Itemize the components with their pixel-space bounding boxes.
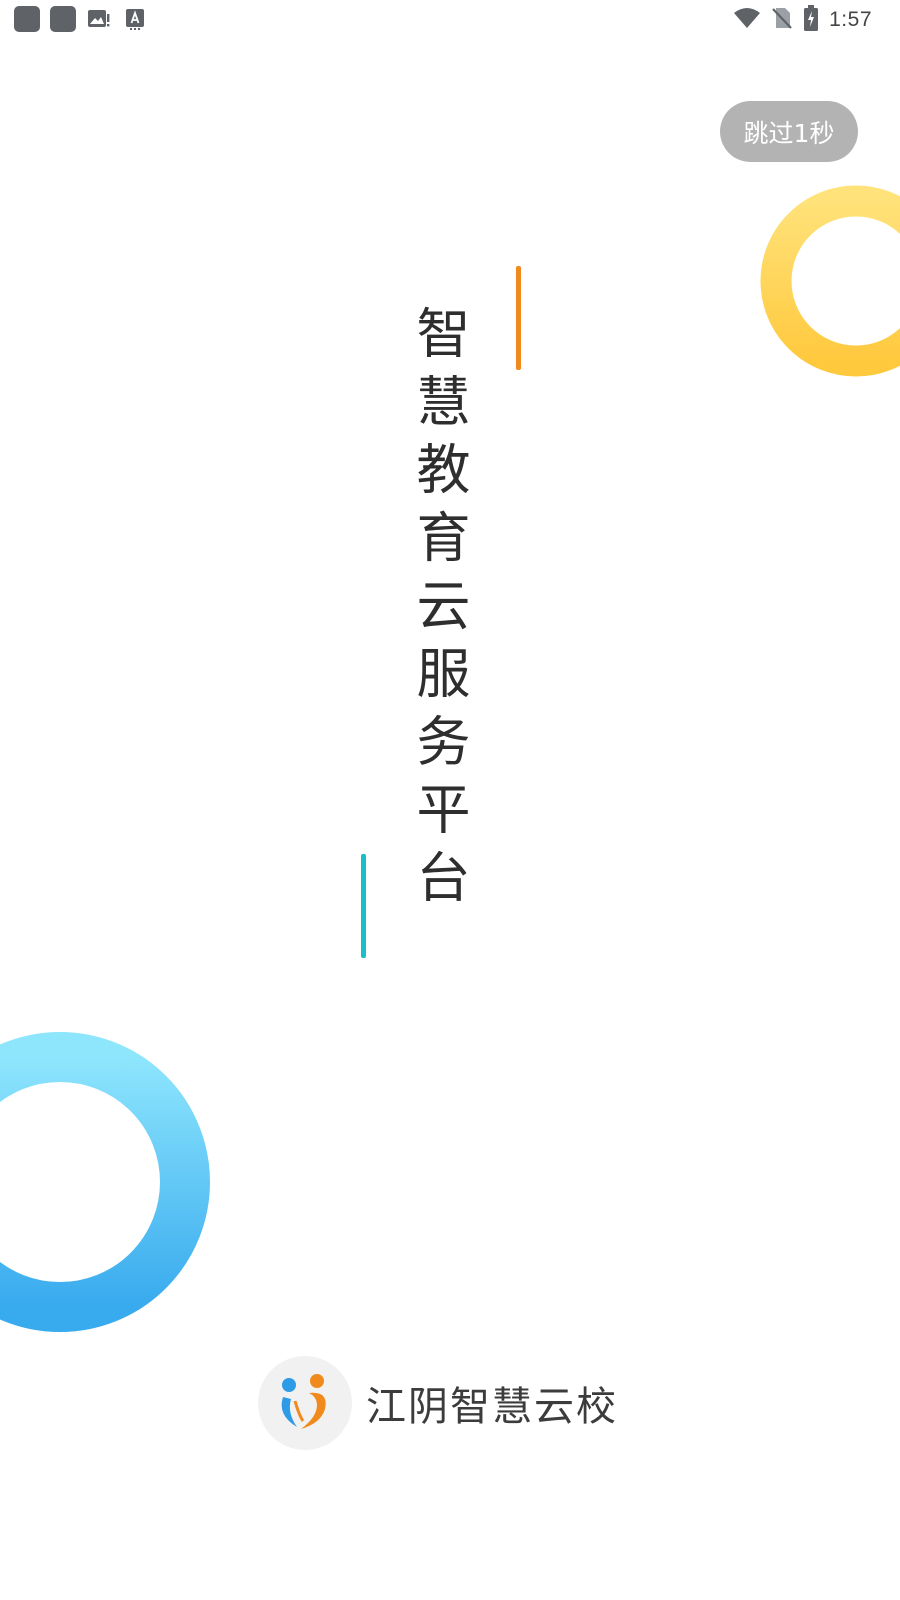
blue-ring-decoration bbox=[0, 1032, 210, 1332]
slogan-vertical-title: 智慧教育云服务平台 bbox=[407, 305, 470, 917]
app-name: 江阴智慧云校 bbox=[366, 1384, 618, 1430]
orange-accent-line bbox=[516, 266, 521, 370]
wifi-icon bbox=[733, 7, 761, 33]
font-download-icon bbox=[122, 6, 148, 32]
no-sim-icon bbox=[771, 6, 793, 34]
cyan-accent-line bbox=[361, 854, 366, 958]
app-notification-icon bbox=[50, 6, 76, 32]
status-bar-left bbox=[14, 6, 148, 32]
app-logo-icon bbox=[258, 1356, 352, 1450]
status-bar: 1:57 bbox=[0, 0, 900, 40]
skip-button[interactable]: 跳过1秒 bbox=[720, 101, 858, 162]
yellow-ring-decoration bbox=[760, 185, 900, 377]
status-time: 1:57 bbox=[829, 8, 872, 31]
app-notification-icon bbox=[14, 6, 40, 32]
brand-footer: 江阴智慧云校 bbox=[258, 1356, 618, 1450]
image-alert-icon bbox=[86, 6, 112, 32]
battery-charging-icon bbox=[803, 5, 819, 35]
status-bar-right: 1:57 bbox=[733, 5, 872, 35]
